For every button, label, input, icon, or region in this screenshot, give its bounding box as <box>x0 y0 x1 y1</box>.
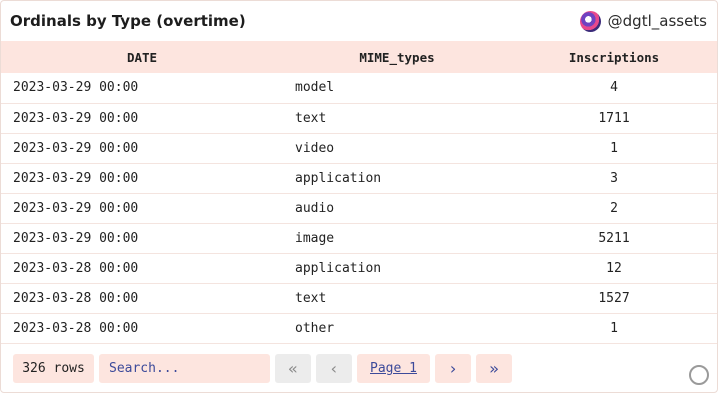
next-page-button[interactable]: › <box>435 354 471 383</box>
column-header-mime-types[interactable]: MIME_types <box>283 41 511 73</box>
table-row: 2023-03-29 00:00 audio 2 <box>1 193 717 223</box>
cell-inscriptions: 2 <box>610 200 618 216</box>
row-count-badge: 326 rows <box>13 354 94 383</box>
card-title: Ordinals by Type (overtime) <box>10 12 246 30</box>
cell-mime-type: image <box>295 230 335 246</box>
cell-inscriptions: 1 <box>610 140 618 156</box>
search-input[interactable] <box>99 354 270 383</box>
watermark <box>619 363 709 387</box>
last-page-button[interactable]: » <box>476 354 512 383</box>
cell-mime-type: video <box>295 140 335 156</box>
table-row: 2023-03-28 00:00 application 12 <box>1 253 717 283</box>
card-header: Ordinals by Type (overtime) @dgtl_assets <box>1 1 717 41</box>
cell-inscriptions: 5211 <box>598 230 630 246</box>
table-row: 2023-03-29 00:00 video 1 <box>1 133 717 163</box>
cell-mime-type: other <box>295 320 335 336</box>
table-row: 2023-03-29 00:00 text 1711 <box>1 103 717 133</box>
column-header-date[interactable]: DATE <box>1 41 283 73</box>
table-footer: 326 rows « ‹ Page 1 › » <box>13 354 512 383</box>
cell-date: 2023-03-28 00:00 <box>13 290 139 306</box>
cell-inscriptions: 12 <box>606 260 622 276</box>
cell-inscriptions: 3 <box>610 170 618 186</box>
page-indicator[interactable]: Page 1 <box>357 354 430 383</box>
author-badge[interactable]: @dgtl_assets <box>579 10 707 32</box>
cell-mime-type: audio <box>295 200 335 216</box>
cell-date: 2023-03-29 00:00 <box>13 140 139 156</box>
table-card: Ordinals by Type (overtime) @dgtl_assets… <box>0 0 718 393</box>
double-chevron-left-icon: « <box>288 359 298 378</box>
double-chevron-right-icon: » <box>489 359 499 378</box>
table-row: 2023-03-28 00:00 text 1527 <box>1 283 717 313</box>
cell-date: 2023-03-28 00:00 <box>13 260 139 276</box>
chevron-right-icon: › <box>448 359 458 378</box>
cell-mime-type: model <box>295 80 335 96</box>
cell-date: 2023-03-29 00:00 <box>13 170 139 186</box>
cell-mime-type: text <box>295 110 327 126</box>
author-handle[interactable]: @dgtl_assets <box>608 12 707 30</box>
previous-page-button[interactable]: ‹ <box>316 354 352 383</box>
author-avatar-icon <box>579 10 601 32</box>
cell-date: 2023-03-28 00:00 <box>13 320 139 336</box>
table-row: 2023-03-29 00:00 image 5211 <box>1 223 717 253</box>
column-header-inscriptions[interactable]: Inscriptions <box>511 41 717 73</box>
cell-mime-type: text <box>295 290 327 306</box>
cell-date: 2023-03-29 00:00 <box>13 110 139 126</box>
cell-inscriptions: 1527 <box>598 290 630 306</box>
results-table: DATE MIME_types Inscriptions 2023-03-29 … <box>1 41 717 344</box>
cell-date: 2023-03-29 00:00 <box>13 80 139 96</box>
first-page-button[interactable]: « <box>275 354 311 383</box>
cell-mime-type: application <box>295 170 382 186</box>
cell-inscriptions: 4 <box>610 80 618 96</box>
chevron-left-icon: ‹ <box>329 359 339 378</box>
cell-date: 2023-03-29 00:00 <box>13 200 139 216</box>
cell-inscriptions: 1711 <box>598 110 630 126</box>
cell-inscriptions: 1 <box>610 320 618 336</box>
cell-date: 2023-03-29 00:00 <box>13 230 139 246</box>
cell-mime-type: application <box>295 260 382 276</box>
table-row: 2023-03-29 00:00 model 4 <box>1 73 717 103</box>
table-row: 2023-03-29 00:00 application 3 <box>1 163 717 193</box>
watermark-logo-icon <box>689 365 709 385</box>
table-row: 2023-03-28 00:00 other 1 <box>1 313 717 343</box>
table-header-row: DATE MIME_types Inscriptions <box>1 41 717 73</box>
